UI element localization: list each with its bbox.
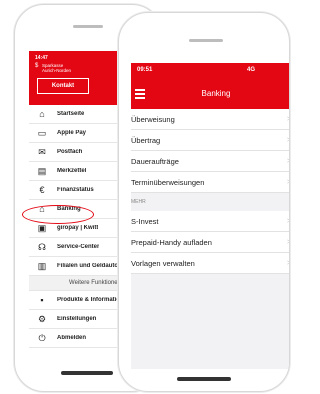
chevron-right-icon: > xyxy=(287,116,289,123)
speaker xyxy=(189,39,223,42)
headset-icon: ☊ xyxy=(38,242,46,252)
speaker xyxy=(73,25,103,28)
chevron-right-icon: > xyxy=(287,218,289,225)
notepad-icon: ▤ xyxy=(37,166,47,176)
bank-name: Sparkasse Aurich-Norden xyxy=(42,63,72,73)
mail-icon: ✉ xyxy=(38,147,46,157)
sparkasse-icon: ▪ xyxy=(40,295,44,305)
chevron-right-icon: > xyxy=(287,158,289,165)
screen-title: Banking xyxy=(201,89,231,98)
list-item-uebertrag[interactable]: Übertrag> xyxy=(131,130,289,151)
banking-list: Überweisung> Übertrag> Daueraufträge> Te… xyxy=(131,109,289,369)
chevron-right-icon: > xyxy=(287,239,289,246)
chevron-right-icon: > xyxy=(287,260,289,267)
bank-icon: ⌂ xyxy=(39,204,45,214)
list-item-ueberweisung[interactable]: Überweisung> xyxy=(131,109,289,130)
branch-icon: ▥ xyxy=(37,261,47,271)
list-item-terminueberweisungen[interactable]: Terminüberweisungen> xyxy=(131,172,289,193)
apple-pay-icon: ▭ xyxy=(37,128,47,138)
home-icon: ⌂ xyxy=(39,109,45,119)
home-indicator xyxy=(177,377,231,381)
status-time: 09:51 xyxy=(137,67,153,73)
list-item-prepaid[interactable]: Prepaid-Handy aufladen> xyxy=(131,232,289,253)
home-indicator xyxy=(61,371,113,375)
contact-button[interactable]: Kontakt xyxy=(37,78,89,94)
section-header-mehr: MEHR xyxy=(131,193,289,211)
signal-indicator: 4G xyxy=(247,67,256,73)
list-item-dauerauftraege[interactable]: Daueraufträge> xyxy=(131,151,289,172)
power-icon: ⏻ xyxy=(38,333,46,343)
front-phone: 09:51 4G Banking Überweisung> Übertrag> … xyxy=(118,12,290,392)
sparkasse-logo-icon: $ xyxy=(35,63,39,69)
status-time: 14:47 xyxy=(35,55,48,61)
banking-header: 09:51 4G Banking xyxy=(131,63,289,109)
list-item-vorlagen[interactable]: Vorlagen verwalten> xyxy=(131,253,289,274)
list-item-s-invest[interactable]: S-Invest> xyxy=(131,211,289,232)
chevron-right-icon: > xyxy=(287,137,289,144)
giropay-icon: ▣ xyxy=(37,223,47,233)
chevron-right-icon: > xyxy=(287,179,289,186)
hamburger-menu-icon[interactable] xyxy=(135,89,145,99)
euro-icon: € xyxy=(39,185,45,195)
settings-icon: ⚙ xyxy=(37,314,47,324)
